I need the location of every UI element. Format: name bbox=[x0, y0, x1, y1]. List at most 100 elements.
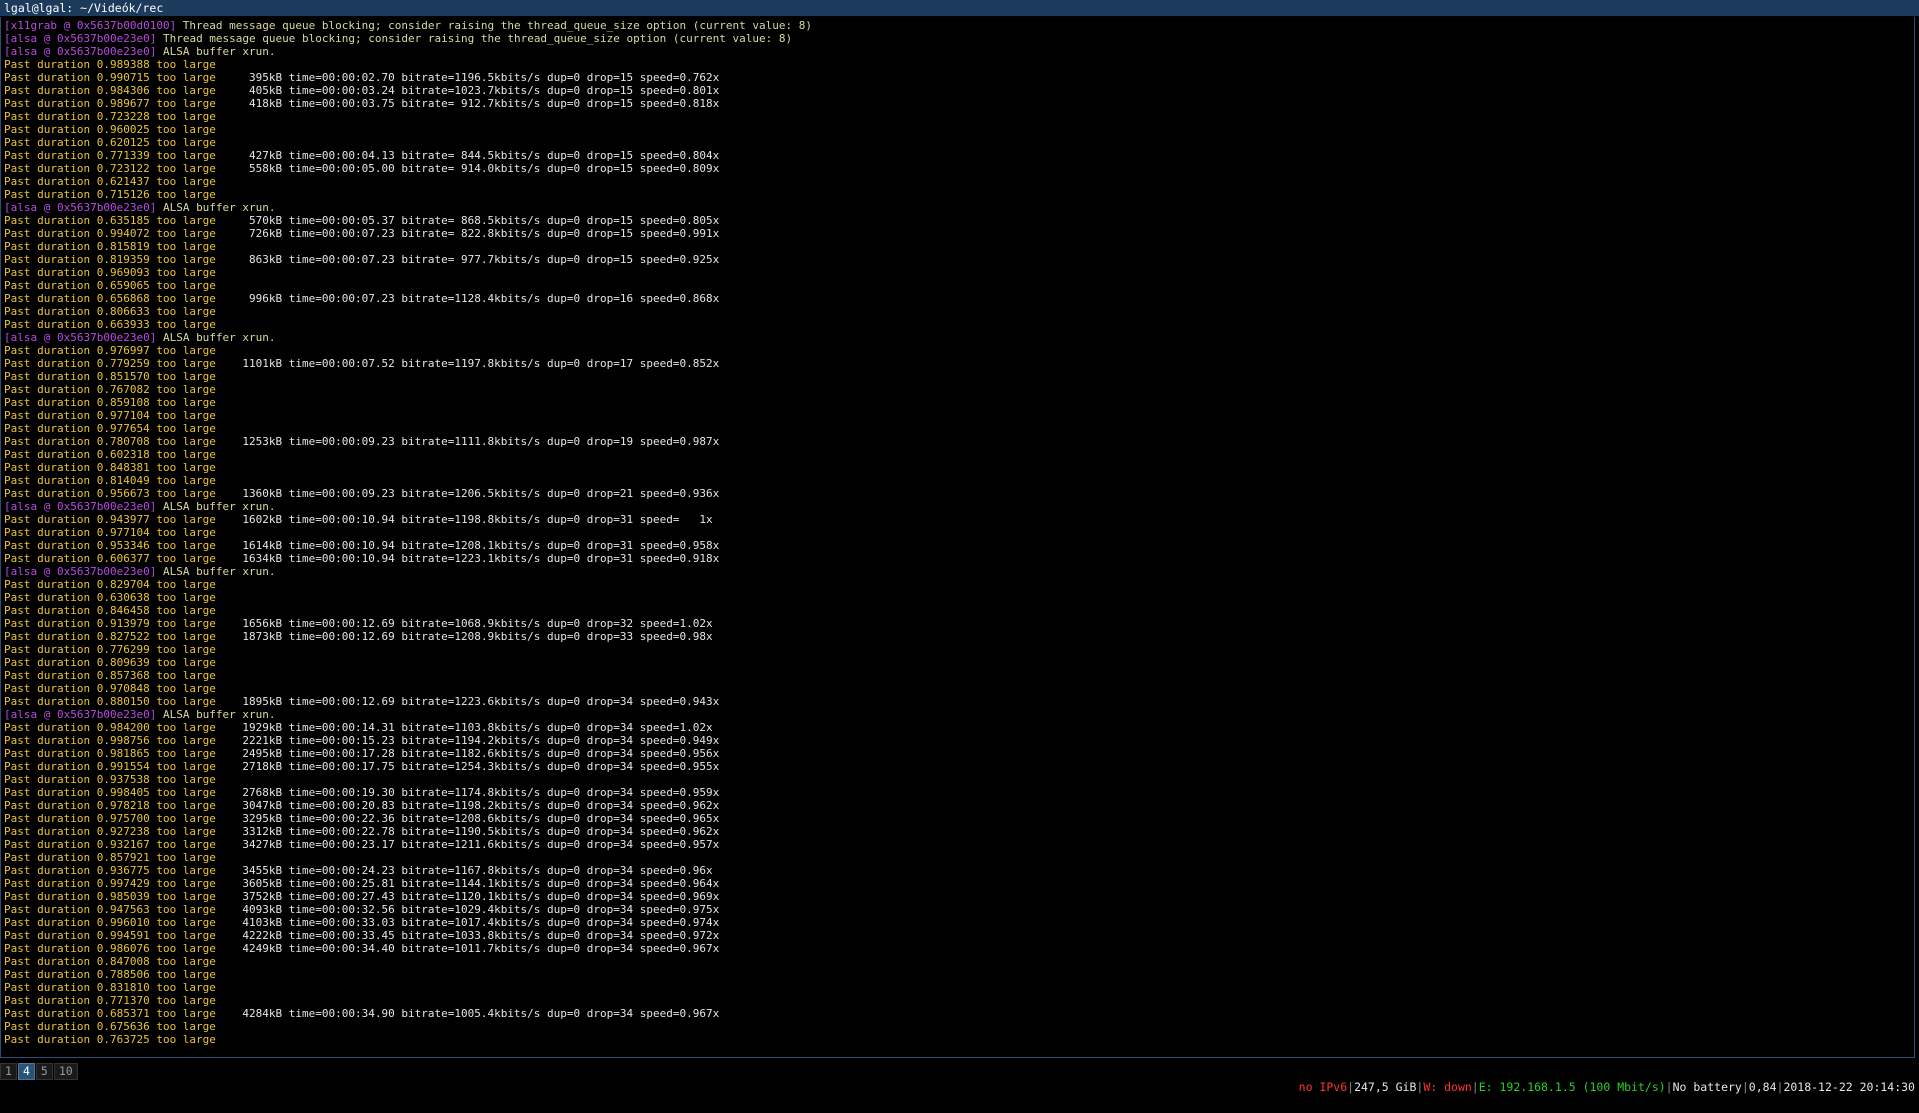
log-warning: Past duration 0.989388 too large bbox=[4, 58, 216, 71]
ffmpeg-progress-stats: 3312kB time=00:00:22.78 bitrate=1190.5kb… bbox=[215, 825, 720, 838]
log-warning: Past duration 0.831810 too large bbox=[4, 981, 216, 994]
log-warning: Past duration 0.723122 too large bbox=[4, 162, 216, 175]
log-warning: Past duration 0.913979 too large bbox=[4, 617, 216, 630]
log-source-tag: [alsa @ 0x5637b00e23e0] bbox=[4, 708, 157, 721]
ffmpeg-progress-stats: 3752kB time=00:00:27.43 bitrate=1120.1kb… bbox=[215, 890, 720, 903]
terminal-line: Past duration 0.984200 too large 1929kB … bbox=[4, 721, 1914, 734]
log-warning: Past duration 0.621437 too large bbox=[4, 175, 216, 188]
log-source-tag: [alsa @ 0x5637b00e23e0] bbox=[4, 201, 157, 214]
log-message: Thread message queue blocking; consider … bbox=[176, 19, 812, 32]
terminal-line: Past duration 0.975700 too large 3295kB … bbox=[4, 812, 1914, 825]
terminal-line: Past duration 0.606377 too large 1634kB … bbox=[4, 552, 1914, 565]
log-warning: Past duration 0.859108 too large bbox=[4, 396, 216, 409]
terminal-line: Past duration 0.990715 too large 395kB t… bbox=[4, 71, 1914, 84]
terminal-line: Past duration 0.620125 too large bbox=[4, 136, 1914, 149]
ffmpeg-progress-stats: 4249kB time=00:00:34.40 bitrate=1011.7kb… bbox=[215, 942, 720, 955]
log-warning: Past duration 0.984200 too large bbox=[4, 721, 216, 734]
terminal-line: Past duration 0.656868 too large 996kB t… bbox=[4, 292, 1914, 305]
log-warning: Past duration 0.606377 too large bbox=[4, 552, 216, 565]
log-warning: Past duration 0.943977 too large bbox=[4, 513, 216, 526]
log-warning: Past duration 0.715126 too large bbox=[4, 188, 216, 201]
terminal-line: Past duration 0.809639 too large bbox=[4, 656, 1914, 669]
log-warning: Past duration 0.659065 too large bbox=[4, 279, 216, 292]
terminal-line: Past duration 0.859108 too large bbox=[4, 396, 1914, 409]
ffmpeg-progress-stats: 570kB time=00:00:05.37 bitrate= 868.5kbi… bbox=[215, 214, 720, 227]
terminal-line: Past duration 0.977104 too large bbox=[4, 409, 1914, 422]
log-warning: Past duration 0.723228 too large bbox=[4, 110, 216, 123]
terminal-line: Past duration 0.827522 too large 1873kB … bbox=[4, 630, 1914, 643]
ffmpeg-progress-stats: 3295kB time=00:00:22.36 bitrate=1208.6kb… bbox=[215, 812, 720, 825]
ffmpeg-progress-stats: 996kB time=00:00:07.23 bitrate=1128.4kbi… bbox=[215, 292, 720, 305]
log-source-tag: [alsa @ 0x5637b00e23e0] bbox=[4, 331, 157, 344]
terminal-line: Past duration 0.969093 too large bbox=[4, 266, 1914, 279]
log-warning: Past duration 0.981865 too large bbox=[4, 747, 216, 760]
terminal-line: [alsa @ 0x5637b00e23e0] ALSA buffer xrun… bbox=[4, 45, 1914, 58]
log-message: ALSA buffer xrun. bbox=[156, 45, 276, 58]
log-warning: Past duration 0.857921 too large bbox=[4, 851, 216, 864]
terminal-line: Past duration 0.998756 too large 2221kB … bbox=[4, 734, 1914, 747]
log-message: ALSA buffer xrun. bbox=[156, 565, 276, 578]
log-warning: Past duration 0.985039 too large bbox=[4, 890, 216, 903]
terminal-line: Past duration 0.675636 too large bbox=[4, 1020, 1914, 1033]
log-warning: Past duration 0.997429 too large bbox=[4, 877, 216, 890]
log-warning: Past duration 0.989677 too large bbox=[4, 97, 216, 110]
terminal-line: [x11grab @ 0x5637b00d0100] Thread messag… bbox=[4, 19, 1914, 32]
workspace-button-1[interactable]: 1 bbox=[0, 1063, 17, 1080]
terminal-line: Past duration 0.981865 too large 2495kB … bbox=[4, 747, 1914, 760]
terminal-line: [alsa @ 0x5637b00e23e0] ALSA buffer xrun… bbox=[4, 565, 1914, 578]
ffmpeg-progress-stats: 1253kB time=00:00:09.23 bitrate=1111.8kb… bbox=[215, 435, 720, 448]
terminal-line: Past duration 0.913979 too large 1656kB … bbox=[4, 617, 1914, 630]
ffmpeg-progress-stats: 1873kB time=00:00:12.69 bitrate=1208.9kb… bbox=[215, 630, 713, 643]
workspace-button-4[interactable]: 4 bbox=[17, 1063, 35, 1080]
ffmpeg-progress-stats: 1101kB time=00:00:07.52 bitrate=1197.8kb… bbox=[215, 357, 720, 370]
terminal-line: Past duration 0.814049 too large bbox=[4, 474, 1914, 487]
terminal-line: Past duration 0.635185 too large 570kB t… bbox=[4, 214, 1914, 227]
log-warning: Past duration 0.978218 too large bbox=[4, 799, 216, 812]
log-warning: Past duration 0.788506 too large bbox=[4, 968, 216, 981]
log-warning: Past duration 0.602318 too large bbox=[4, 448, 216, 461]
log-source-tag: [x11grab @ 0x5637b00d0100] bbox=[4, 19, 177, 32]
terminal-line: Past duration 0.970848 too large bbox=[4, 682, 1914, 695]
log-warning: Past duration 0.829704 too large bbox=[4, 578, 216, 591]
log-warning: Past duration 0.990715 too large bbox=[4, 71, 216, 84]
terminal-line: Past duration 0.723122 too large 558kB t… bbox=[4, 162, 1914, 175]
log-warning: Past duration 0.635185 too large bbox=[4, 214, 216, 227]
log-warning: Past duration 0.846458 too large bbox=[4, 604, 216, 617]
ffmpeg-progress-stats: 863kB time=00:00:07.23 bitrate= 977.7kbi… bbox=[215, 253, 720, 266]
log-warning: Past duration 0.776299 too large bbox=[4, 643, 216, 656]
log-warning: Past duration 0.956673 too large bbox=[4, 487, 216, 500]
terminal-line: Past duration 0.986076 too large 4249kB … bbox=[4, 942, 1914, 955]
terminal-window[interactable]: [x11grab @ 0x5637b00d0100] Thread messag… bbox=[0, 17, 1915, 1058]
terminal-line: Past duration 0.846458 too large bbox=[4, 604, 1914, 617]
log-warning: Past duration 0.927238 too large bbox=[4, 825, 216, 838]
terminal-line: Past duration 0.960025 too large bbox=[4, 123, 1914, 136]
terminal-line: Past duration 0.831810 too large bbox=[4, 981, 1914, 994]
ffmpeg-progress-stats: 726kB time=00:00:07.23 bitrate= 822.8kbi… bbox=[215, 227, 720, 240]
log-message: Thread message queue blocking; consider … bbox=[156, 32, 793, 45]
terminal-line: Past duration 0.998405 too large 2768kB … bbox=[4, 786, 1914, 799]
log-warning: Past duration 0.998405 too large bbox=[4, 786, 216, 799]
terminal-line: [alsa @ 0x5637b00e23e0] ALSA buffer xrun… bbox=[4, 331, 1914, 344]
terminal-line: Past duration 0.997429 too large 3605kB … bbox=[4, 877, 1914, 890]
log-source-tag: [alsa @ 0x5637b00e23e0] bbox=[4, 45, 157, 58]
ffmpeg-progress-stats: 4093kB time=00:00:32.56 bitrate=1029.4kb… bbox=[215, 903, 720, 916]
terminal-line: Past duration 0.977654 too large bbox=[4, 422, 1914, 435]
terminal-line: Past duration 0.602318 too large bbox=[4, 448, 1914, 461]
workspace-button-10[interactable]: 10 bbox=[53, 1063, 78, 1080]
terminal-line: Past duration 0.771370 too large bbox=[4, 994, 1914, 1007]
log-warning: Past duration 0.936775 too large bbox=[4, 864, 216, 877]
log-warning: Past duration 0.969093 too large bbox=[4, 266, 216, 279]
status-separator: | bbox=[1665, 1080, 1673, 1094]
ffmpeg-progress-stats: 427kB time=00:00:04.13 bitrate= 844.5kbi… bbox=[215, 149, 720, 162]
workspace-button-5[interactable]: 5 bbox=[35, 1063, 53, 1080]
ffmpeg-progress-stats: 3047kB time=00:00:20.83 bitrate=1198.2kb… bbox=[215, 799, 720, 812]
terminal-line: Past duration 0.978218 too large 3047kB … bbox=[4, 799, 1914, 812]
ffmpeg-progress-stats: 3605kB time=00:00:25.81 bitrate=1144.1kb… bbox=[215, 877, 720, 890]
terminal-line: Past duration 0.989388 too large bbox=[4, 58, 1914, 71]
terminal-line: Past duration 0.806633 too large bbox=[4, 305, 1914, 318]
status-bar: 1 4 5 10 no IPv6|247,5 GiB|W: down|E: 192.1… bbox=[0, 1062, 1919, 1094]
terminal-line: [alsa @ 0x5637b00e23e0] ALSA buffer xrun… bbox=[4, 500, 1914, 513]
terminal-line: Past duration 0.880150 too large 1895kB … bbox=[4, 695, 1914, 708]
ffmpeg-progress-stats: 3455kB time=00:00:24.23 bitrate=1167.8kb… bbox=[215, 864, 713, 877]
log-warning: Past duration 0.977104 too large bbox=[4, 526, 216, 539]
